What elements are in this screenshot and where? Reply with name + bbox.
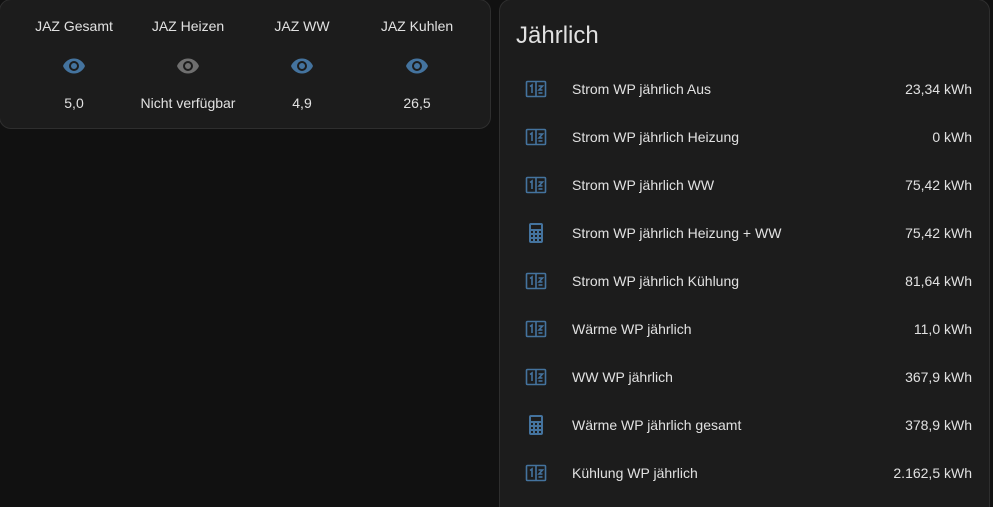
entity-row-waerme-jaehrlich-gesamt[interactable]: Wärme WP jährlich gesamt 378,9 kWh [500,405,989,445]
counter-icon [524,269,548,293]
entity-row-kuehlung-jaehrlich[interactable]: Kühlung WP jährlich 2.162,5 kWh [500,453,989,493]
eye-icon [290,54,314,78]
entity-value: 0 kWh [932,129,972,145]
counter-icon [524,77,548,101]
glance-item-state: 4,9 [292,95,312,111]
entity-value: 378,9 kWh [905,417,972,433]
glance-card: JAZ Gesamt 5,0 JAZ Heizen Nicht verfügba… [0,0,491,129]
entity-row-strom-jaehrlich-kuehlung[interactable]: Strom WP jährlich Kühlung 81,64 kWh [500,261,989,301]
calculator-icon [524,221,548,245]
entity-name: Strom WP jährlich Heizung + WW [572,225,782,241]
glance-item-state: 26,5 [403,95,431,111]
entity-value: 23,34 kWh [905,81,972,97]
entity-row-ww-jaehrlich[interactable]: WW WP jährlich 367,9 kWh [500,357,989,397]
entity-name: Wärme WP jährlich [572,321,692,337]
entity-name: Wärme WP jährlich gesamt [572,417,742,433]
eye-icon [62,54,86,78]
glance-item-name: JAZ Kuhlen [380,18,454,34]
entity-value: 2.162,5 kWh [893,465,972,481]
eye-icon [405,54,429,78]
calculator-icon [524,413,548,437]
counter-icon [524,125,548,149]
entity-value: 367,9 kWh [905,369,972,385]
entity-name: Strom WP jährlich WW [572,177,715,193]
eye-icon [176,54,200,78]
counter-icon [524,317,548,341]
entities-card: Jährlich Strom WP jährlich Aus 23,34 kWh… [499,0,990,507]
entity-name: Strom WP jährlich Heizung [572,129,740,145]
entity-name: Strom WP jährlich Aus [572,81,712,97]
entity-name: WW WP jährlich [572,369,673,385]
counter-icon [524,173,548,197]
entity-row-strom-jaehrlich-heizung[interactable]: Strom WP jährlich Heizung 0 kWh [500,117,989,157]
card-title: Jährlich [516,22,599,49]
entity-name: Strom WP jährlich Kühlung [572,273,740,289]
entity-row-strom-jaehrlich-aus[interactable]: Strom WP jährlich Aus 23,34 kWh [500,69,989,109]
glance-item-name: JAZ Gesamt [35,18,113,34]
counter-icon [524,365,548,389]
entity-name: Kühlung WP jährlich [572,465,698,481]
entity-value: 75,42 kWh [905,225,972,241]
entity-value: 81,64 kWh [905,273,972,289]
glance-item-name: JAZ Heizen [151,18,225,34]
entity-value: 75,42 kWh [905,177,972,193]
glance-item-state: 5,0 [64,95,84,111]
counter-icon [524,461,548,485]
entity-row-strom-jaehrlich-ww[interactable]: Strom WP jährlich WW 75,42 kWh [500,165,989,205]
entity-row-waerme-jaehrlich[interactable]: Wärme WP jährlich 11,0 kWh [500,309,989,349]
glance-item-state: Nicht verfügbar [140,95,236,111]
entity-row-strom-jaehrlich-heizung-ww[interactable]: Strom WP jährlich Heizung + WW 75,42 kWh [500,213,989,253]
glance-item-name: JAZ WW [274,18,330,34]
entity-value: 11,0 kWh [913,321,972,337]
